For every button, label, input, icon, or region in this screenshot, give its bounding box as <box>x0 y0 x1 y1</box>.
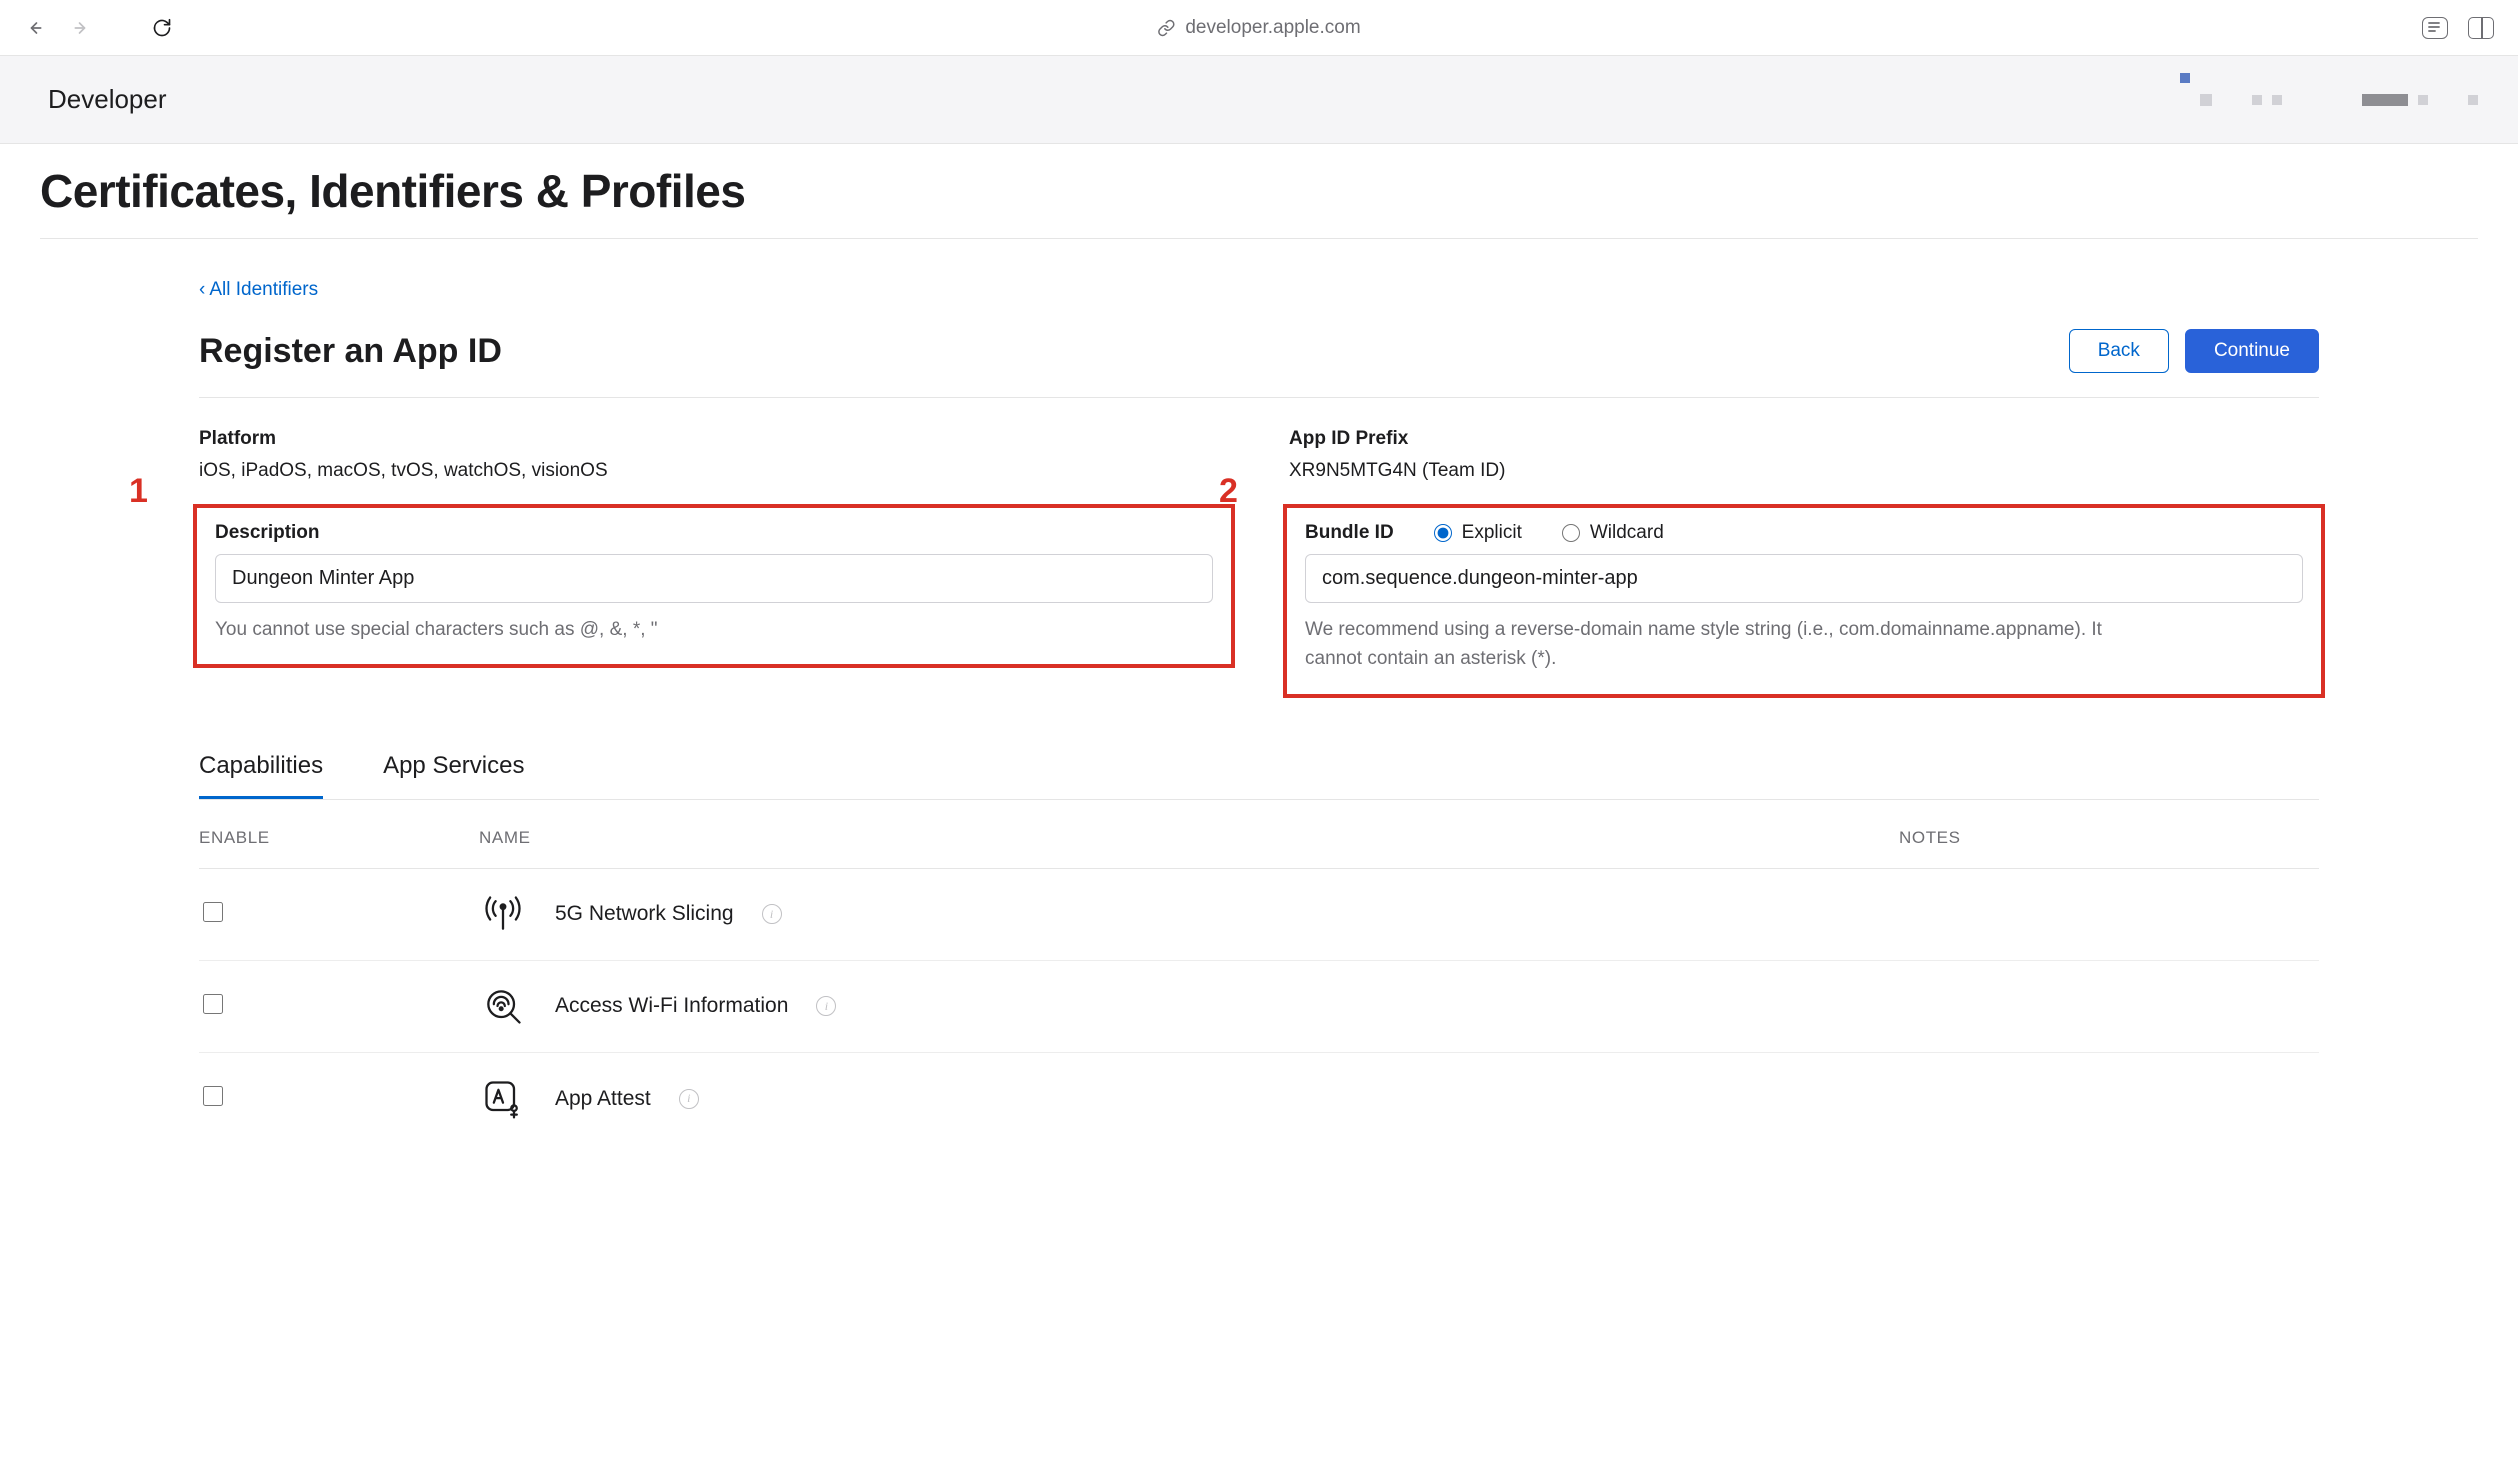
page-title: Certificates, Identifiers & Profiles <box>40 164 2478 239</box>
enable-appattest-checkbox[interactable] <box>203 1086 223 1106</box>
annotation-1: 1 <box>129 472 148 511</box>
col-enable: ENABLE <box>199 828 479 848</box>
description-label: Description <box>215 522 1213 544</box>
bundleid-label: Bundle ID <box>1305 522 1394 544</box>
chevron-left-icon: ‹ <box>199 279 205 301</box>
info-icon[interactable]: i <box>762 904 782 924</box>
nav-back-icon[interactable] <box>24 18 44 38</box>
enable-5g-checkbox[interactable] <box>203 902 223 922</box>
wifi-search-icon <box>479 982 527 1030</box>
description-hint: You cannot use special characters such a… <box>215 615 1035 644</box>
nav-forward-icon[interactable] <box>72 18 92 38</box>
col-notes: NOTES <box>1899 828 2319 848</box>
continue-button[interactable]: Continue <box>2185 329 2319 373</box>
appid-prefix-label: App ID Prefix <box>1289 428 2319 450</box>
bundleid-input[interactable] <box>1305 554 2303 603</box>
tab-app-services[interactable]: App Services <box>383 752 524 799</box>
platform-value: iOS, iPadOS, macOS, tvOS, watchOS, visio… <box>199 460 1229 482</box>
tabs: Capabilities App Services <box>199 752 2319 800</box>
cap-name: App Attest <box>555 1087 651 1111</box>
description-input[interactable] <box>215 554 1213 603</box>
bundleid-hint: We recommend using a reverse-domain name… <box>1305 615 2125 674</box>
table-row: App Attest i <box>199 1053 2319 1145</box>
brand-text: Developer <box>48 84 167 115</box>
cap-name: 5G Network Slicing <box>555 902 734 926</box>
table-row: Access Wi-Fi Information i <box>199 961 2319 1053</box>
section-title: Register an App ID <box>199 332 502 371</box>
browser-toolbar: developer.apple.com <box>0 0 2518 56</box>
radio-wildcard[interactable]: Wildcard <box>1562 522 1664 544</box>
reload-icon[interactable] <box>152 18 172 38</box>
platform-label: Platform <box>199 428 1229 450</box>
back-button[interactable]: Back <box>2069 329 2169 373</box>
radio-explicit[interactable]: Explicit <box>1434 522 1522 544</box>
enable-wifi-checkbox[interactable] <box>203 994 223 1014</box>
radio-explicit-input[interactable] <box>1434 524 1452 542</box>
capabilities-table: ENABLE NAME NOTES <box>199 800 2319 1145</box>
global-nav: Developer <box>0 56 2518 144</box>
reader-icon[interactable] <box>2422 17 2448 39</box>
app-attest-icon <box>479 1075 527 1123</box>
sidebar-toggle-icon[interactable] <box>2468 17 2494 39</box>
lock-icon <box>1157 19 1175 37</box>
info-icon[interactable]: i <box>679 1089 699 1109</box>
blurred-user-area <box>2180 94 2478 106</box>
developer-logo[interactable]: Developer <box>40 84 167 115</box>
url-host: developer.apple.com <box>1185 17 1360 39</box>
col-name: NAME <box>479 828 1899 848</box>
cap-name: Access Wi-Fi Information <box>555 994 788 1018</box>
address-bar[interactable]: developer.apple.com <box>1157 17 1360 39</box>
radio-wildcard-input[interactable] <box>1562 524 1580 542</box>
table-row: 5G Network Slicing i <box>199 869 2319 961</box>
appid-prefix-value: XR9N5MTG4N (Team ID) <box>1289 460 2319 482</box>
tab-capabilities[interactable]: Capabilities <box>199 752 323 799</box>
breadcrumb-all-identifiers[interactable]: ‹ All Identifiers <box>199 279 318 301</box>
info-icon[interactable]: i <box>816 996 836 1016</box>
antenna-icon <box>479 890 527 938</box>
